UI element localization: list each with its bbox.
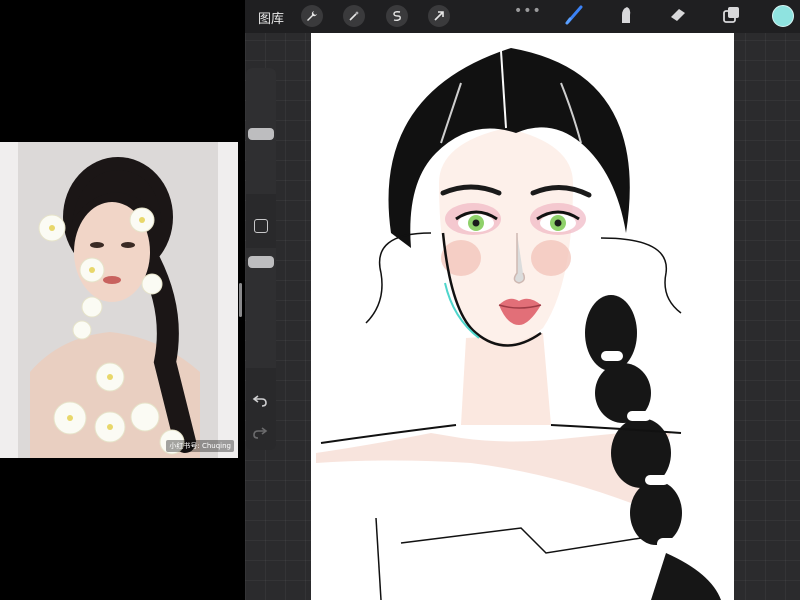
opacity-thumb[interactable] xyxy=(248,256,274,268)
brush-icon xyxy=(564,3,586,29)
magic-wand-icon xyxy=(348,7,360,26)
selection-button[interactable] xyxy=(386,5,408,27)
color-picker[interactable] xyxy=(772,5,794,27)
wrench-icon xyxy=(306,7,318,26)
eraser-icon xyxy=(667,3,689,29)
redo-button[interactable] xyxy=(252,424,268,440)
redo-icon xyxy=(252,425,268,444)
reference-photo xyxy=(0,142,238,458)
smudge-tool[interactable] xyxy=(614,4,638,28)
eraser-tool[interactable] xyxy=(666,4,690,28)
gallery-button[interactable]: 图库 xyxy=(258,8,284,27)
modify-button[interactable] xyxy=(254,219,268,233)
layers-tool[interactable] xyxy=(719,4,743,28)
reference-resize-handle[interactable] xyxy=(239,283,242,317)
transform-arrow-icon xyxy=(433,7,445,26)
smudge-icon xyxy=(615,3,637,29)
reference-window[interactable]: 小红书号: Chuqing xyxy=(0,142,238,458)
brush-tool[interactable] xyxy=(563,4,587,28)
more-options[interactable]: ••• xyxy=(514,3,542,19)
brush-size-thumb[interactable] xyxy=(248,128,274,140)
transform-button[interactable] xyxy=(428,5,450,27)
actions-button[interactable] xyxy=(301,5,323,27)
undo-button[interactable] xyxy=(252,392,268,408)
reference-watermark: 小红书号: Chuqing xyxy=(166,440,234,452)
layers-icon xyxy=(720,3,742,29)
artwork xyxy=(311,33,734,600)
undo-icon xyxy=(252,393,268,412)
drawing-canvas[interactable] xyxy=(311,33,734,600)
adjustments-button[interactable] xyxy=(343,5,365,27)
selection-icon xyxy=(391,7,403,26)
